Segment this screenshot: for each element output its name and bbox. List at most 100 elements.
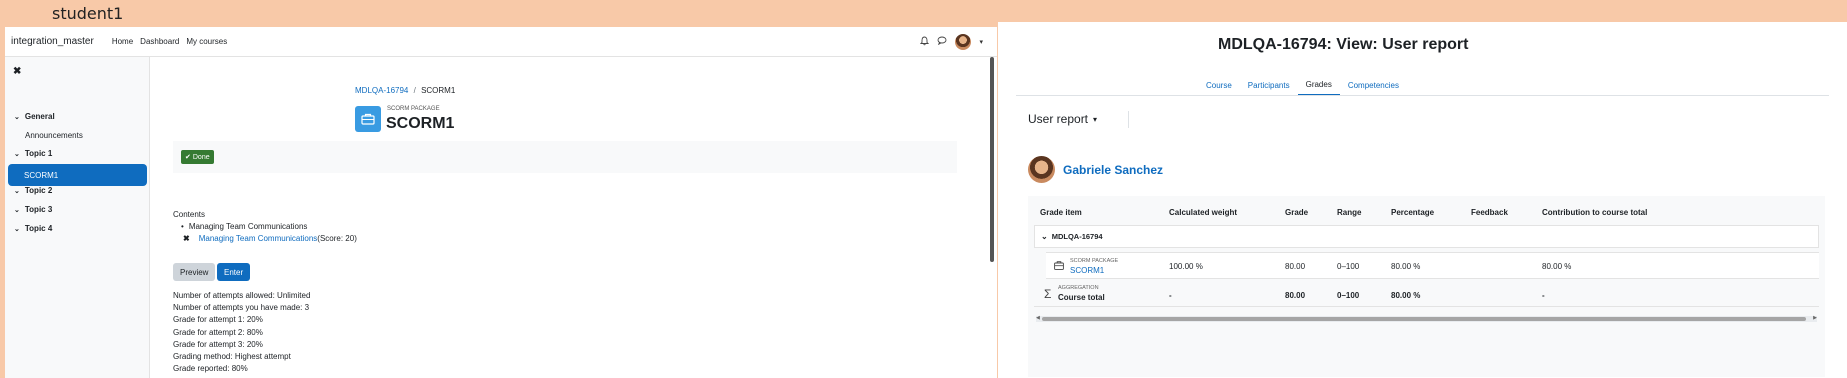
page-title: SCORM1 (386, 115, 455, 132)
breadcrumb-course-link[interactable]: MDLQA-16794 (355, 86, 408, 95)
range-value: 0–100 (1337, 262, 1360, 271)
tab-course[interactable]: Course (1198, 74, 1240, 96)
user-heading: Gabriele Sanchez (1028, 156, 1163, 183)
attempt-summary: Number of attempts allowed: Unlimited Nu… (173, 290, 310, 375)
list-item: ✖ Managing Team Communications (Score: 2… (173, 234, 357, 243)
right-browser-window: MDLQA-16794: View: User report Course Pa… (998, 22, 1847, 378)
chevron-down-icon[interactable]: ⌄ (14, 225, 20, 233)
chevron-down-icon[interactable]: ⌄ (1041, 232, 1048, 241)
section-topic-2[interactable]: ⌄ Topic 2 (14, 186, 52, 195)
completion-info: ✔ Done (173, 141, 957, 173)
scorm-package-icon (1054, 261, 1064, 272)
site-brand[interactable]: integration_master (11, 36, 94, 47)
nav-dashboard[interactable]: Dashboard (140, 37, 179, 46)
scroll-left-icon[interactable]: ◀ (1036, 315, 1040, 321)
column-header: Grade (1285, 208, 1309, 217)
sigma-icon: Σ (1044, 287, 1052, 301)
course-tabs: Course Participants Grades Competencies (1198, 74, 1407, 96)
chevron-down-icon: ▾ (1093, 114, 1098, 124)
chevron-down-icon[interactable]: ▾ (979, 38, 983, 46)
chevron-down-icon[interactable]: ⌄ (14, 187, 20, 195)
column-header: Calculated weight (1169, 208, 1238, 217)
column-header: Contribution to course total (1542, 208, 1648, 217)
report-selector[interactable]: User report ▾ (1028, 112, 1097, 126)
calculated-weight: - (1169, 291, 1172, 300)
scorm-package-icon (355, 106, 381, 132)
navbar-right: ▾ (920, 33, 983, 50)
close-icon[interactable]: ✖ (13, 66, 21, 77)
sidebar-item-announcements[interactable]: Announcements (25, 131, 83, 140)
horizontal-scrollbar[interactable]: ◀ ▶ (1036, 315, 1817, 322)
chevron-down-icon[interactable]: ⌄ (14, 113, 20, 121)
calculated-weight: 100.00 % (1169, 262, 1203, 271)
range-value: 0–100 (1337, 291, 1360, 300)
section-label: Topic 2 (24, 186, 53, 195)
category-name: MDLQA-16794 (1051, 232, 1103, 241)
section-general[interactable]: ⌄ General (14, 112, 55, 121)
user-name-link[interactable]: Gabriele Sanchez (1063, 163, 1163, 177)
close-icon: ✖ (183, 234, 190, 243)
column-header: Grade item (1040, 208, 1082, 217)
section-label: Topic 1 (24, 149, 53, 158)
section-label: Topic 3 (24, 205, 53, 214)
done-label: Done (192, 153, 210, 161)
user-label: student1 (52, 4, 124, 23)
avatar[interactable] (1028, 156, 1055, 183)
attempt-2-grade: Grade for attempt 2: 80% (173, 327, 263, 337)
user-grade-table: Grade item Calculated weight Grade Range… (1028, 196, 1825, 377)
module-kind: SCORM PACKAGE (387, 106, 440, 112)
contribution-value: 80.00 % (1542, 262, 1572, 271)
enter-button[interactable]: Enter (217, 263, 251, 281)
tab-participants[interactable]: Participants (1240, 74, 1298, 96)
section-label: General (24, 112, 55, 121)
section-topic-4[interactable]: ⌄ Topic 4 (14, 224, 52, 233)
bell-icon[interactable] (920, 36, 930, 48)
percentage-value: 80.00 % (1391, 291, 1421, 300)
preview-button[interactable]: Preview (173, 263, 216, 281)
attempt-3-grade: Grade for attempt 3: 20% (173, 339, 263, 349)
grade-item-link[interactable]: SCORM1 (1070, 266, 1104, 275)
attempts-allowed: Number of attempts allowed: Unlimited (173, 291, 311, 300)
divider (1128, 111, 1129, 128)
report-selector-label: User report (1028, 112, 1089, 126)
item-kind: AGGREGATION (1058, 285, 1099, 291)
left-browser-window: integration_master Home Dashboard My cou… (5, 27, 997, 378)
scrollbar-thumb[interactable] (1042, 317, 1806, 321)
tabs-divider (1016, 95, 1829, 96)
attempts-made: Number of attempts you have made: 3 (173, 303, 310, 313)
page-title: MDLQA-16794: View: User report (1218, 36, 1469, 53)
section-label: Topic 4 (24, 224, 53, 233)
category-row: ⌄ MDLQA-16794 (1034, 225, 1819, 248)
sco-title: Managing Team Communications (188, 222, 308, 231)
grade-value: 80.00 (1285, 262, 1306, 271)
breadcrumb-separator: / (413, 86, 416, 95)
tab-competencies[interactable]: Competencies (1340, 74, 1407, 96)
table-row: Σ AGGREGATION Course total (1034, 280, 1819, 307)
sco-link[interactable]: Managing Team Communications (199, 234, 318, 243)
chat-icon[interactable] (937, 36, 947, 47)
nav-my-courses[interactable]: My courses (186, 37, 227, 46)
navbar: integration_master Home Dashboard My cou… (5, 27, 997, 57)
course-total-label: Course total (1058, 293, 1105, 302)
table-row: SCORM PACKAGE SCORM1 (1046, 252, 1819, 279)
avatar[interactable] (955, 33, 972, 50)
contents-heading: Contents (173, 210, 206, 219)
chevron-down-icon[interactable]: ⌄ (14, 206, 20, 214)
section-topic-3[interactable]: ⌄ Topic 3 (14, 205, 52, 214)
breadcrumb: MDLQA-16794 / SCORM1 (355, 86, 455, 95)
breadcrumb-current: SCORM1 (421, 86, 456, 95)
percentage-value: 80.00 % (1391, 262, 1421, 271)
nav-home[interactable]: Home (112, 37, 133, 46)
chevron-down-icon[interactable]: ⌄ (14, 150, 20, 158)
attempt-1-grade: Grade for attempt 1: 20% (173, 315, 263, 325)
scroll-right-icon[interactable]: ▶ (1813, 315, 1817, 321)
sidebar-item-scorm1[interactable]: SCORM1 (8, 164, 147, 186)
section-topic-1[interactable]: ⌄ Topic 1 (14, 149, 52, 158)
vertical-scrollbar[interactable] (990, 57, 994, 262)
tab-grades[interactable]: Grades (1297, 74, 1340, 96)
column-header: Range (1337, 208, 1362, 217)
check-icon: ✔ (185, 154, 191, 161)
column-header: Feedback (1471, 208, 1508, 217)
list-item: • Managing Team Communications (173, 222, 357, 231)
done-badge[interactable]: ✔ Done (181, 150, 214, 164)
